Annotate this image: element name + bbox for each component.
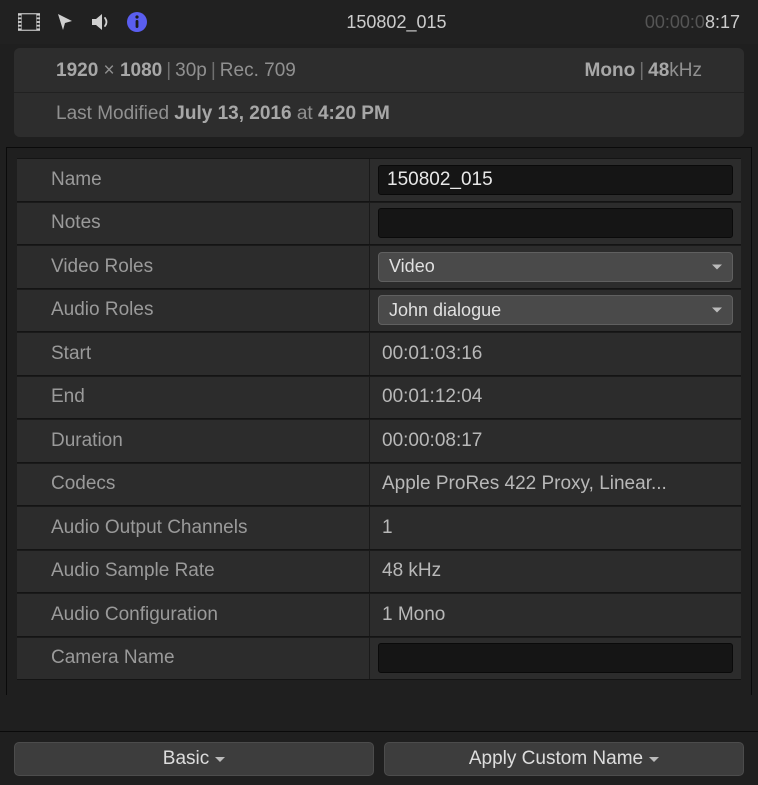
chevron-down-icon: [215, 757, 225, 762]
row-audio-sample-rate: Audio Sample Rate 48 kHz: [17, 550, 741, 594]
notes-input[interactable]: [378, 208, 733, 238]
label-audio-roles: Audio Roles: [17, 299, 369, 321]
label-audio-sample-rate: Audio Sample Rate: [17, 560, 369, 582]
video-format: 1920 × 1080|30p|Rec. 709: [56, 60, 296, 82]
label-start: Start: [17, 343, 369, 365]
end-value: 00:01:12:04: [378, 386, 482, 408]
label-audio-config: Audio Configuration: [17, 604, 369, 626]
cursor-icon[interactable]: [54, 11, 76, 33]
row-camera-name: Camera Name: [17, 637, 741, 681]
chevron-down-icon: [649, 757, 659, 762]
label-duration: Duration: [17, 430, 369, 452]
row-start: Start 00:01:03:16: [17, 332, 741, 376]
camera-name-input[interactable]: [378, 643, 733, 673]
inspector-tabs: [18, 11, 148, 33]
row-audio-channels: Audio Output Channels 1: [17, 506, 741, 550]
row-codecs: Codecs Apple ProRes 422 Proxy, Linear...: [17, 463, 741, 507]
start-value: 00:01:03:16: [378, 343, 482, 365]
row-notes: Notes: [17, 202, 741, 246]
audio-format: Mono|48kHz: [585, 60, 702, 82]
video-roles-select[interactable]: Video: [378, 252, 733, 282]
row-duration: Duration 00:00:08:17: [17, 419, 741, 463]
apply-custom-name-button[interactable]: Apply Custom Name: [384, 742, 744, 776]
summary-modified-row: Last Modified July 13, 2016 at 4:20 PM: [14, 92, 744, 137]
clip-title: 150802_015: [148, 12, 645, 33]
label-audio-channels: Audio Output Channels: [17, 517, 369, 539]
audio-sample-rate-value: 48 kHz: [378, 560, 441, 582]
label-notes: Notes: [17, 212, 369, 234]
inspector-toolbar: 150802_015 00:00:08:17: [0, 0, 758, 44]
row-video-roles: Video Roles Video: [17, 245, 741, 289]
label-camera-name: Camera Name: [17, 647, 369, 669]
timecode-display: 00:00:08:17: [645, 12, 740, 33]
audio-roles-select[interactable]: John dialogue: [378, 295, 733, 325]
audio-channels-value: 1: [378, 517, 393, 539]
last-modified: Last Modified July 13, 2016 at 4:20 PM: [56, 103, 390, 125]
row-audio-roles: Audio Roles John dialogue: [17, 289, 741, 333]
label-video-roles: Video Roles: [17, 256, 369, 278]
clip-summary: 1920 × 1080|30p|Rec. 709 Mono|48kHz Last…: [14, 48, 744, 137]
summary-format-row: 1920 × 1080|30p|Rec. 709 Mono|48kHz: [14, 48, 744, 92]
row-end: End 00:01:12:04: [17, 376, 741, 420]
duration-value: 00:00:08:17: [378, 430, 482, 452]
timecode-leading: 00:00:0: [645, 12, 705, 32]
speaker-icon[interactable]: [90, 11, 112, 33]
inspector-panel: Name Notes Video Roles Video Audio Roles: [6, 147, 752, 695]
property-list: Name Notes Video Roles Video Audio Roles: [7, 148, 751, 680]
row-name: Name: [17, 158, 741, 202]
name-input[interactable]: [378, 165, 733, 195]
metadata-view-button[interactable]: Basic: [14, 742, 374, 776]
audio-config-value: 1 Mono: [378, 604, 445, 626]
inspector-footer: Basic Apply Custom Name: [0, 731, 758, 785]
label-codecs: Codecs: [17, 473, 369, 495]
label-end: End: [17, 386, 369, 408]
row-audio-config: Audio Configuration 1 Mono: [17, 593, 741, 637]
filmstrip-icon[interactable]: [18, 11, 40, 33]
timecode-value: 8:17: [705, 12, 740, 32]
codecs-value: Apple ProRes 422 Proxy, Linear...: [378, 473, 667, 495]
info-icon[interactable]: [126, 11, 148, 33]
label-name: Name: [17, 169, 369, 191]
